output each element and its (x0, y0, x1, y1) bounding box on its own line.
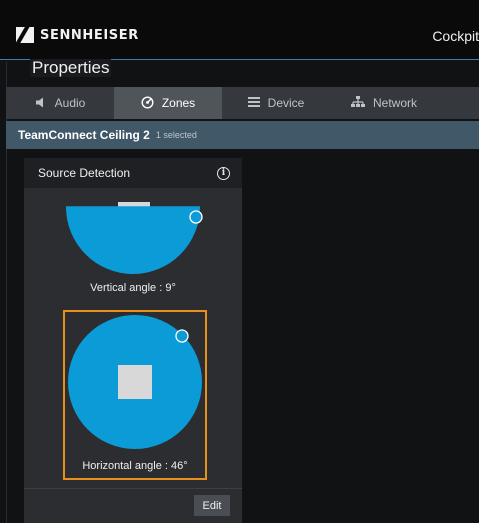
zones-icon (141, 95, 154, 111)
horizontal-angle-handle[interactable] (175, 329, 189, 343)
network-icon (350, 96, 365, 110)
speaker-icon (35, 97, 47, 110)
tab-network[interactable]: Network (330, 87, 438, 119)
tab-audio-label: Audio (54, 96, 86, 110)
info-icon[interactable]: i (217, 166, 230, 180)
device-name: TeamConnect Ceiling 2 (18, 128, 150, 142)
sennheiser-logo[interactable]: SENNHEISER (16, 27, 139, 43)
source-detection-panel: Source Detection i Vertical angle : 9° H… (24, 158, 242, 523)
app-title: Cockpit (432, 28, 479, 44)
properties-tabs: Audio Zones Device Network (6, 87, 479, 119)
vertical-coverage-area (66, 207, 200, 274)
tab-zones[interactable]: Zones (114, 87, 222, 119)
tab-network-label: Network (372, 96, 417, 110)
top-bar: SENNHEISER Cockpit (0, 0, 479, 60)
selection-count: 1 selected (155, 130, 197, 140)
sennheiser-logo-icon (16, 27, 34, 43)
edit-button[interactable]: Edit (194, 495, 230, 516)
vertical-angle-graphic (66, 202, 203, 274)
device-top-view (118, 365, 152, 399)
properties-title: Properties (30, 58, 112, 77)
device-icon (247, 97, 260, 109)
horizontal-angle-graphic (68, 315, 202, 449)
tab-zones-label: Zones (161, 96, 196, 110)
brand-name: SENNHEISER (40, 27, 139, 43)
horizontal-angle-label: Horizontal angle : 46° (82, 460, 188, 472)
source-detection-header: Source Detection i (24, 158, 242, 188)
panel-footer: Edit (24, 488, 242, 523)
source-detection-title: Source Detection (38, 166, 131, 180)
tab-audio[interactable]: Audio (6, 87, 114, 119)
horizontal-angle-widget[interactable]: Horizontal angle : 46° (63, 310, 207, 480)
vertical-angle-handle[interactable] (189, 210, 203, 224)
vertical-angle-label: Vertical angle : 9° (90, 282, 176, 294)
tab-device[interactable]: Device (222, 87, 330, 119)
tab-device-label: Device (267, 96, 305, 110)
device-header: TeamConnect Ceiling 2 1 selected (6, 121, 479, 149)
